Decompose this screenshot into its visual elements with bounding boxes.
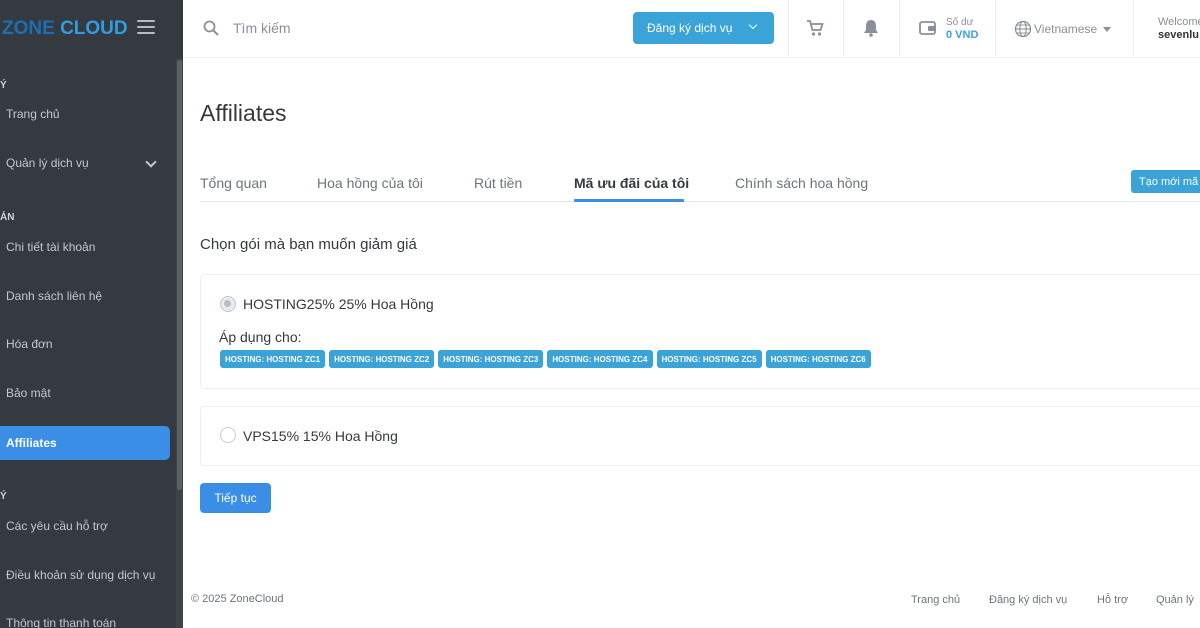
header-divider (788, 0, 789, 58)
product-badge: HOSTING: HOSTING ZC4 (547, 350, 653, 368)
user-menu[interactable]: sevenlu (1158, 29, 1199, 41)
menu-icon[interactable] (137, 20, 155, 34)
globe-icon (1014, 20, 1032, 38)
plan-label-vps[interactable]: VPS15% 15% Hoa Hồng (243, 428, 398, 444)
header-divider (1133, 0, 1134, 58)
page-title: Affiliates (200, 100, 287, 126)
tab-withdraw[interactable]: Rút tiền (474, 175, 522, 191)
sidebar-item-label: Thông tin thanh toán (6, 616, 117, 628)
sidebar-item-label: Hóa đơn (6, 337, 53, 351)
plan-radio-vps[interactable] (220, 427, 236, 443)
sidebar-scrollbar-thumb[interactable] (177, 60, 182, 490)
sidebar-item-label: Chi tiết tài khoản (6, 240, 96, 254)
header-divider (843, 0, 844, 58)
footer-copyright: © 2025 ZoneCloud (191, 593, 284, 605)
bell-icon[interactable] (861, 18, 881, 38)
welcome-text: Welcome (1158, 16, 1200, 28)
sidebar-item-terms[interactable]: Điều khoản sử dụng dịch vụ (0, 558, 170, 592)
product-badge: HOSTING: HOSTING ZC6 (765, 350, 871, 368)
footer-link-home[interactable]: Trang chủ (911, 594, 960, 606)
brand-text: ZONE CLOUD (2, 18, 128, 40)
sidebar: ZONE CLOUD Ý Trang chủ Quản lý dịch vụ Ả… (0, 0, 183, 628)
plan-card-hosting (200, 274, 1200, 389)
sidebar-item-label: Điều khoản sử dụng dịch vụ (6, 568, 156, 582)
order-service-label: Đăng ký dịch vụ (647, 21, 733, 35)
product-badge: HOSTING: HOSTING ZC1 (220, 350, 326, 368)
tab-overview[interactable]: Tổng quan (200, 175, 267, 191)
brand-cloud: CLOUD (60, 18, 128, 39)
sidebar-item-label: Bảo mật (6, 386, 51, 400)
sidebar-section-label: Ý (0, 80, 7, 91)
select-plan-prompt: Chọn gói mà bạn muốn giảm giá (200, 236, 417, 253)
applies-to-label: Áp dụng cho: (219, 329, 302, 345)
sidebar-item-contacts[interactable]: Danh sách liên hệ (0, 279, 170, 313)
applies-to-badges: HOSTING: HOSTING ZC1 HOSTING: HOSTING ZC… (220, 350, 871, 368)
plan-label-hosting[interactable]: HOSTING25% 25% Hoa Hồng (243, 296, 434, 312)
active-tab-indicator (574, 199, 684, 202)
create-code-button[interactable]: Tạo mới mã (1131, 170, 1200, 193)
sidebar-section-label: Ý (0, 491, 7, 502)
plan-radio-hosting[interactable] (220, 296, 236, 312)
tab-commission-policy[interactable]: Chính sách hoa hồng (735, 175, 868, 191)
sidebar-item-label: Danh sách liên hệ (6, 289, 103, 303)
language-label: Vietnamese (1034, 22, 1098, 36)
search-icon[interactable] (203, 20, 219, 36)
product-badge: HOSTING: HOSTING ZC5 (656, 350, 762, 368)
tab-my-promo-codes[interactable]: Mã ưu đãi của tôi (574, 175, 689, 191)
product-badge: HOSTING: HOSTING ZC3 (438, 350, 544, 368)
brand-logo[interactable]: ZONE CLOUD (0, 0, 183, 58)
wallet-icon[interactable] (918, 18, 938, 38)
brand-zone: ZONE (2, 18, 55, 39)
footer-link-manage[interactable]: Quản lý (1156, 594, 1194, 606)
affiliate-tabs: Tổng quan Hoa hồng của tôi Rút tiền Mã ư… (200, 168, 1200, 202)
product-badge: HOSTING: HOSTING ZC2 (329, 350, 435, 368)
sidebar-section-label: ẢN (0, 212, 15, 223)
tab-my-commission[interactable]: Hoa hồng của tôi (317, 175, 423, 191)
top-header: Đăng ký dịch vụ Số dư 0 VND Vietnamese W… (183, 0, 1200, 58)
sidebar-item-invoices[interactable]: Hóa đơn (0, 327, 170, 361)
sidebar-item-label: Trang chủ (6, 107, 60, 121)
balance-label: Số dư (946, 17, 974, 28)
sidebar-item-account-details[interactable]: Chi tiết tài khoản (0, 230, 170, 264)
caret-down-icon (1103, 26, 1112, 32)
sidebar-item-label: Affiliates (6, 436, 57, 450)
sidebar-item-payment-info[interactable]: Thông tin thanh toán (0, 606, 170, 628)
header-divider (899, 0, 900, 58)
sidebar-item-security[interactable]: Bảo mật (0, 376, 170, 410)
cart-icon[interactable] (805, 18, 825, 38)
sidebar-item-home[interactable]: Trang chủ (0, 97, 170, 131)
sidebar-item-affiliates[interactable]: Affiliates (0, 426, 170, 460)
continue-button[interactable]: Tiếp tục (200, 483, 271, 513)
footer-link-support[interactable]: Hỗ trợ (1097, 594, 1128, 606)
chevron-down-icon (145, 156, 157, 168)
language-select[interactable]: Vietnamese (1014, 19, 1112, 39)
sidebar-item-support-tickets[interactable]: Các yêu cầu hỗ trợ (0, 509, 170, 543)
order-service-button[interactable]: Đăng ký dịch vụ (633, 12, 774, 44)
sidebar-item-services[interactable]: Quản lý dịch vụ (0, 146, 170, 180)
chevron-down-icon (748, 20, 758, 30)
sidebar-item-label: Các yêu cầu hỗ trợ (6, 519, 108, 533)
header-divider (995, 0, 996, 58)
footer-link-order[interactable]: Đăng ký dịch vụ (989, 594, 1067, 606)
sidebar-item-label: Quản lý dịch vụ (6, 156, 89, 170)
search-input[interactable] (233, 16, 533, 40)
balance-value: 0 VND (946, 29, 979, 41)
